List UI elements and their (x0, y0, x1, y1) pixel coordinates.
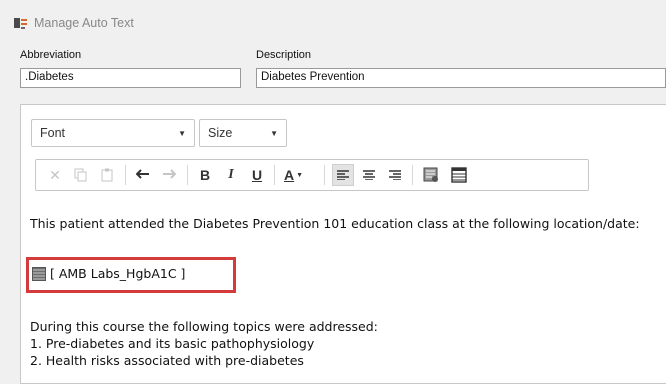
font-color-button[interactable]: A ▼ (284, 164, 318, 186)
toolbar-divider (412, 165, 413, 185)
size-select-label: Size (208, 126, 233, 140)
chevron-down-icon: ▼ (270, 129, 278, 138)
intro-paragraph: This patient attended the Diabetes Preve… (30, 216, 640, 231)
align-center-icon[interactable] (358, 164, 380, 186)
redo-icon[interactable] (158, 164, 180, 186)
token-label: [ AMB Labs_HgbA1C ] (50, 266, 186, 281)
toolbar-divider (125, 165, 126, 185)
size-select[interactable]: Size ▼ (199, 119, 287, 147)
topics-heading: During this course the following topics … (30, 319, 378, 334)
editor-toolbar-area: Font ▼ Size ▼ ✕ B I U A ▼ (21, 105, 666, 201)
font-select-label: Font (40, 126, 66, 140)
toolbar-divider (274, 165, 275, 185)
description-field[interactable]: Diabetes Prevention (256, 68, 666, 88)
bold-button[interactable]: B (194, 164, 216, 186)
copy-icon[interactable] (70, 164, 92, 186)
toolbar-divider (324, 165, 325, 185)
auto-text-token[interactable]: [ AMB Labs_HgbA1C ] (32, 266, 185, 281)
cut-icon[interactable]: ✕ (44, 164, 66, 186)
table-icon[interactable] (448, 164, 470, 186)
paste-icon[interactable] (96, 164, 118, 186)
font-color-label: A (284, 167, 295, 183)
topic-item: 1. Pre-diabetes and its basic pathophysi… (30, 336, 315, 351)
topics-block: During this course the following topics … (30, 318, 378, 369)
align-right-icon[interactable] (384, 164, 406, 186)
window-title-bar: Manage Auto Text (14, 12, 134, 34)
align-left-icon[interactable] (332, 164, 354, 186)
formatting-toolbar: ✕ B I U A ▼ (35, 159, 589, 191)
toolbar-divider (187, 165, 188, 185)
underline-button[interactable]: U (246, 164, 268, 186)
font-select[interactable]: Font ▼ (31, 119, 195, 147)
italic-button[interactable]: I (220, 164, 242, 186)
chevron-down-icon: ▼ (296, 171, 304, 179)
token-icon (32, 266, 46, 281)
window-title: Manage Auto Text (34, 16, 134, 30)
rich-text-editor[interactable]: Font ▼ Size ▼ ✕ B I U A ▼ This patient a… (20, 104, 666, 384)
editor-content[interactable]: This patient attended the Diabetes Preve… (30, 215, 666, 232)
insert-token-icon[interactable] (420, 164, 442, 186)
abbreviation-label: Abbreviation (20, 49, 82, 61)
description-label: Description (256, 49, 312, 61)
chevron-down-icon: ▼ (178, 129, 186, 138)
auto-text-icon (14, 18, 27, 29)
undo-icon[interactable] (132, 164, 154, 186)
topic-item: 2. Health risks associated with pre-diab… (30, 353, 304, 368)
abbreviation-field[interactable]: .Diabetes (20, 68, 241, 88)
